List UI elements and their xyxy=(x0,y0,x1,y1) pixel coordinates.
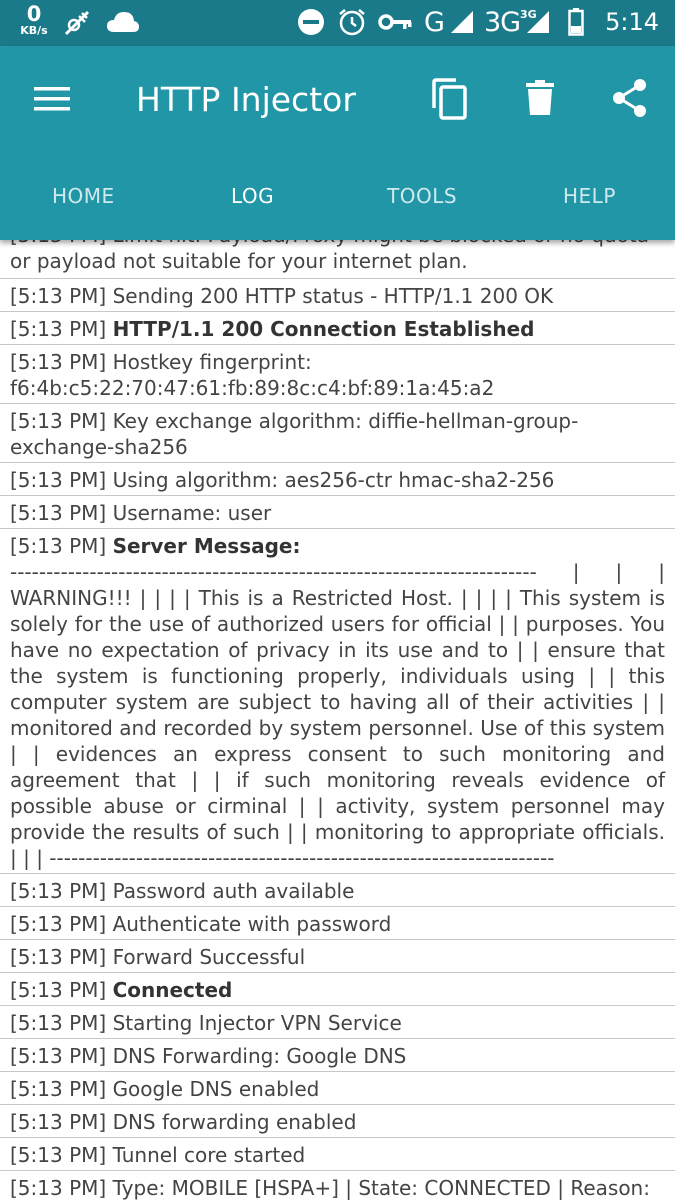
log-time: [5:13 PM] xyxy=(10,468,113,492)
delete-icon[interactable] xyxy=(526,80,554,120)
log-time: [5:13 PM] xyxy=(10,1044,113,1068)
log-entry: [5:13 PM] Key exchange algorithm: diffie… xyxy=(0,404,675,463)
log-entry: [5:13 PM] Starting Injector VPN Service xyxy=(0,1006,675,1039)
log-time: [5:13 PM] xyxy=(10,1143,113,1167)
network-type-label: G xyxy=(424,7,445,38)
log-time: [5:13 PM] xyxy=(10,284,113,308)
log-text: Forward Successful xyxy=(112,945,306,969)
log-time: [5:13 PM] xyxy=(10,409,113,433)
log-time: [5:13 PM] xyxy=(10,945,113,969)
log-text: Password auth available xyxy=(112,879,355,903)
log-time: [5:13 PM] xyxy=(10,350,113,374)
tab-home[interactable]: HOME xyxy=(52,184,115,208)
log-entry: [5:13 PM] Hostkey fingerprint: f6:4b:c5:… xyxy=(0,345,675,404)
log-time: [5:13 PM] xyxy=(10,534,113,558)
signal-icon xyxy=(450,10,474,38)
network-speed: 0 KB/s xyxy=(14,2,54,37)
log-time: [5:13 PM] xyxy=(10,1077,113,1101)
log-time: [5:13 PM] xyxy=(10,978,113,1002)
tab-tools[interactable]: TOOLS xyxy=(387,184,457,208)
network-speed-unit: KB/s xyxy=(20,24,48,37)
network-type-label-2: 3G xyxy=(484,7,521,38)
log-entry: [5:13 PM] Password auth available xyxy=(0,874,675,907)
log-text: Google DNS enabled xyxy=(112,1077,320,1101)
log-text: Username: user xyxy=(112,501,272,525)
status-bar: 0 KB/s G 3G 3G 5:14 xyxy=(0,0,675,46)
log-entry: [5:13 PM] DNS forwarding enabled xyxy=(0,1105,675,1138)
alarm-icon xyxy=(337,7,367,41)
clock-time: 5:14 xyxy=(605,8,659,36)
log-text: Sending 200 HTTP status - HTTP/1.1 200 O… xyxy=(112,284,554,308)
log-entry: [5:13 PM] Sending 200 HTTP status - HTTP… xyxy=(0,279,675,312)
log-entry: [5:13 PM] Using algorithm: aes256-ctr hm… xyxy=(0,463,675,496)
tab-bar: HOME LOG TOOLS HELP xyxy=(0,166,675,226)
log-text-bold: Connected xyxy=(112,978,233,1002)
log-entry-server-message: [5:13 PM] Server Message: --------------… xyxy=(0,529,675,874)
cloud-icon xyxy=(106,10,140,38)
log-entry: [5:13 PM] Username: user xyxy=(0,496,675,529)
log-time: [5:13 PM] xyxy=(10,317,113,341)
log-text: DNS forwarding enabled xyxy=(112,1110,357,1134)
server-message-body: ----------------------------------------… xyxy=(10,560,665,870)
log-time: [5:13 PM] xyxy=(10,879,113,903)
log-text: Starting Injector VPN Service xyxy=(112,1011,402,1035)
log-entry: [5:13 PM] Google DNS enabled xyxy=(0,1072,675,1105)
log-time: [5:13 PM] xyxy=(10,912,113,936)
battery-icon xyxy=(568,8,584,40)
log-entry: [5:13 PM] Type: MOBILE [HSPA+] | State: … xyxy=(0,1171,675,1200)
log-entry: [5:13 PM] Tunnel core started xyxy=(0,1138,675,1171)
tab-log[interactable]: LOG xyxy=(231,184,274,208)
log-text: Tunnel core started xyxy=(112,1143,306,1167)
log-time: [5:13 PM] xyxy=(10,1110,113,1134)
usb-debug-icon xyxy=(62,8,92,42)
log-entry: [5:13 PM] Authenticate with password xyxy=(0,907,675,940)
log-text-bold: HTTP/1.1 200 Connection Established xyxy=(112,317,535,341)
log-time: [5:13 PM] xyxy=(10,501,113,525)
log-time: [5:13 PM] xyxy=(10,1176,113,1200)
log-text: Using algorithm: aes256-ctr hmac-sha2-25… xyxy=(112,468,555,492)
tab-help[interactable]: HELP xyxy=(563,184,616,208)
signal-icon-2 xyxy=(526,10,550,38)
app-title: HTTP Injector xyxy=(136,80,356,119)
log-entry: [5:13 PM] Connected xyxy=(0,973,675,1006)
share-icon[interactable] xyxy=(612,78,648,122)
log-entry: [5:13 PM] HTTP/1.1 200 Connection Establ… xyxy=(0,312,675,345)
app-bar: HTTP Injector HOME LOG TOOLS HELP xyxy=(0,46,675,240)
log-list[interactable]: [5:13 PM] Limit hit: Payload/Proxy might… xyxy=(0,218,675,1200)
copy-icon[interactable] xyxy=(430,78,468,124)
log-text-bold: Server Message: xyxy=(112,534,301,558)
log-entry: [5:13 PM] Forward Successful xyxy=(0,940,675,973)
do-not-disturb-icon xyxy=(297,8,325,40)
log-text: DNS Forwarding: Google DNS xyxy=(112,1044,407,1068)
menu-icon[interactable] xyxy=(34,86,70,116)
log-entry: [5:13 PM] DNS Forwarding: Google DNS xyxy=(0,1039,675,1072)
network-speed-value: 0 xyxy=(26,2,42,26)
log-entry-text: or payload not suitable for your interne… xyxy=(10,249,468,273)
log-time: [5:13 PM] xyxy=(10,1011,113,1035)
vpn-key-icon xyxy=(378,12,412,36)
log-text: Authenticate with password xyxy=(112,912,392,936)
